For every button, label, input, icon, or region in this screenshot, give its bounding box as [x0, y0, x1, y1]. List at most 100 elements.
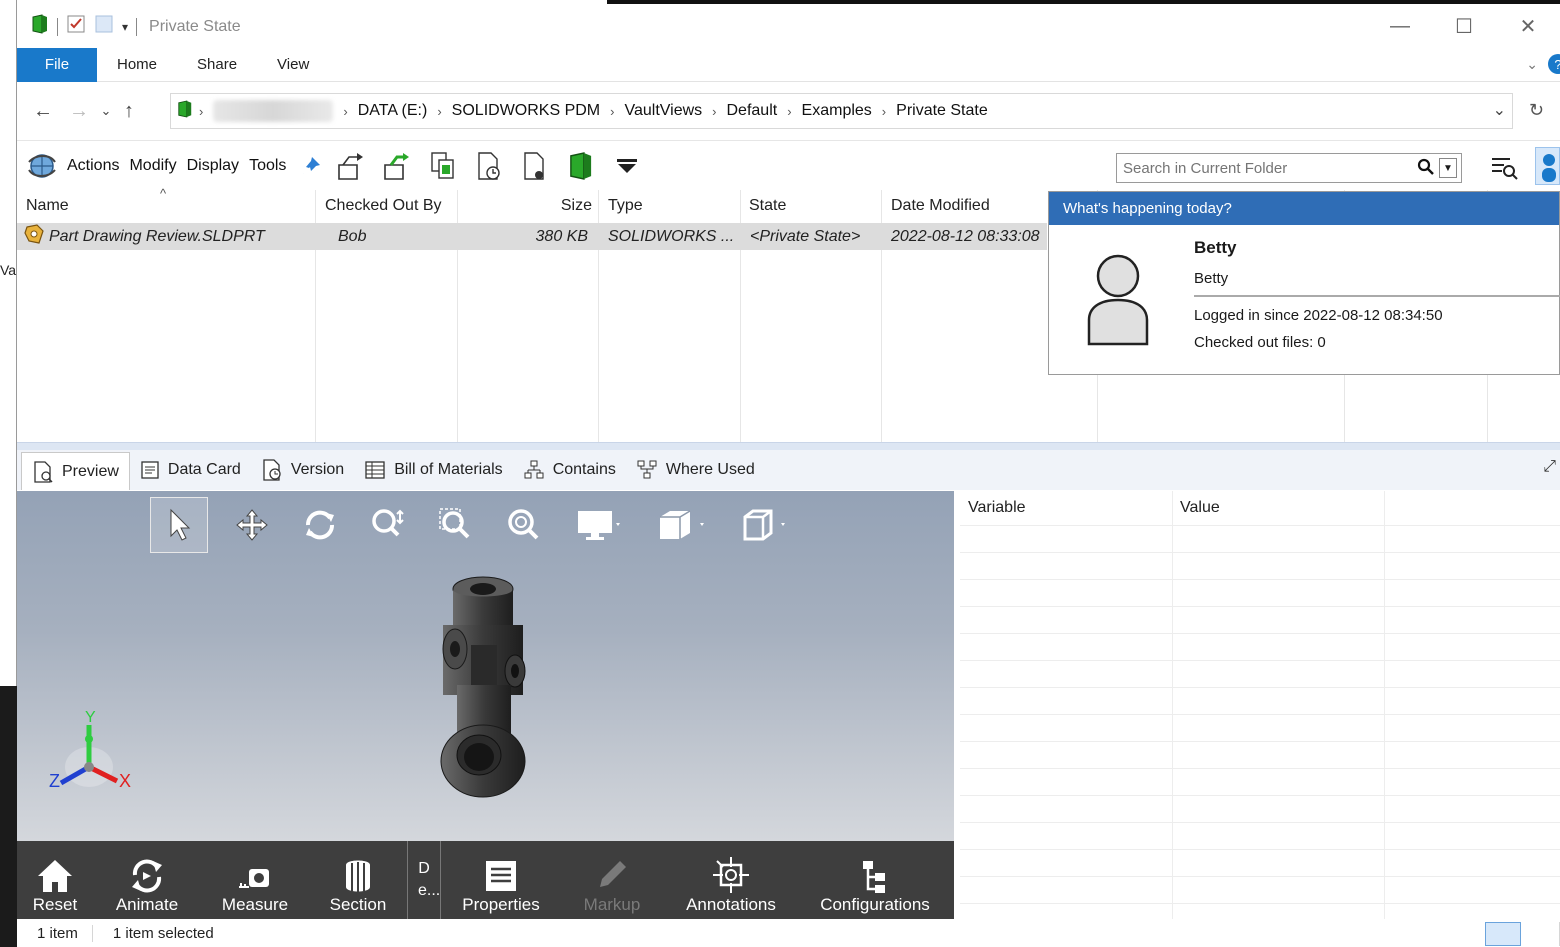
rotate-tool[interactable]	[286, 497, 354, 553]
tab-version[interactable]: Version	[251, 452, 354, 488]
copy-tree-icon[interactable]	[426, 149, 460, 183]
details-view-icon[interactable]	[1485, 922, 1521, 946]
pencil-icon	[600, 861, 626, 887]
tab-preview[interactable]: Preview	[21, 452, 130, 490]
title-bar: ▾ Private State — ☐ ✕	[17, 5, 1560, 48]
breadcrumb-item[interactable]: Examples	[802, 102, 872, 120]
check-in-icon[interactable]	[380, 149, 414, 183]
home-icon	[38, 860, 72, 892]
views-tool[interactable]	[638, 497, 724, 553]
address-dropdown-icon[interactable]: ⌄	[1493, 100, 1506, 120]
tab-contains[interactable]: Contains	[513, 452, 626, 488]
refresh-icon[interactable]: ↻	[1529, 100, 1544, 121]
vault-icon[interactable]	[31, 14, 49, 39]
animate-button[interactable]: Animate	[93, 841, 201, 919]
table-row[interactable]: Part Drawing Review.SLDPRT Bob 380 KB SO…	[17, 223, 1047, 250]
properties-button[interactable]: Properties	[441, 841, 561, 919]
preview-tab-icon	[34, 460, 53, 483]
preview-document-icon[interactable]	[518, 149, 552, 183]
tab-share[interactable]: Share	[177, 48, 257, 82]
breadcrumb-item[interactable]: Private State	[896, 102, 988, 120]
breadcrumb-item[interactable]: Default	[727, 102, 778, 120]
pdm-globe-icon[interactable]	[25, 149, 59, 183]
zoom-icon	[372, 509, 404, 537]
search-icon[interactable]	[1417, 158, 1435, 181]
redacted-crumb	[213, 100, 334, 122]
user-login-name: Betty	[1194, 270, 1229, 287]
3d-preview-viewport[interactable]: Y X Z	[17, 491, 954, 841]
expand-ribbon-icon[interactable]: ⌄	[1526, 56, 1538, 73]
axis-label-y: Y	[85, 709, 96, 726]
configurations-button[interactable]: Configurations	[799, 841, 951, 919]
address-bar[interactable]: › › DATA (E:) › SOLIDWORKS PDM › VaultVi…	[170, 93, 1513, 129]
back-button[interactable]: ←	[25, 100, 61, 123]
properties-icon[interactable]	[66, 14, 86, 39]
close-button[interactable]: ✕	[1496, 5, 1560, 48]
column-header-size[interactable]: Size	[457, 190, 592, 222]
large-icons-view-icon[interactable]	[1525, 922, 1560, 946]
tab-file[interactable]: File	[17, 47, 97, 82]
window-title: Private State	[149, 17, 241, 35]
check-out-icon[interactable]	[334, 149, 368, 183]
user-display-name: Betty	[1194, 238, 1237, 257]
tab-home[interactable]: Home	[97, 48, 177, 82]
user-status-icon[interactable]	[1535, 147, 1560, 185]
search-input[interactable]	[1123, 159, 1423, 177]
display-style-tool[interactable]	[558, 497, 638, 553]
tab-data-card[interactable]: Data Card	[130, 452, 251, 488]
pane-splitter[interactable]	[17, 442, 1560, 450]
zoom-to-area-tool[interactable]	[422, 497, 490, 553]
annotations-button[interactable]: Annotations	[663, 841, 799, 919]
zoom-to-fit-icon	[508, 509, 539, 540]
forward-button[interactable]: →	[61, 100, 97, 123]
pin-icon[interactable]	[300, 149, 322, 183]
checked-out-count: Checked out files: 0	[1194, 334, 1326, 351]
toolbar-overflow-icon[interactable]	[610, 149, 644, 183]
measure-button[interactable]: Measure	[201, 841, 309, 919]
breadcrumb-item[interactable]: DATA (E:)	[358, 102, 428, 120]
part-3d-model	[427, 575, 537, 810]
search-options-icon[interactable]	[1490, 153, 1518, 186]
standard-views-tool[interactable]	[724, 497, 804, 553]
navigation-bar: ← → ⌄ ↑ › › DATA (E:) › SOLIDWORKS PDM ›…	[17, 82, 1560, 140]
section-button[interactable]: Section	[309, 841, 407, 919]
change-state-icon[interactable]	[472, 149, 506, 183]
column-header-checked-out-by[interactable]: Checked Out By	[325, 190, 442, 222]
customize-qat-icon[interactable]: ▾	[122, 20, 128, 34]
column-header-type[interactable]: Type	[608, 190, 643, 222]
pan-tool[interactable]	[218, 497, 286, 553]
vault-view-icon[interactable]	[564, 149, 598, 183]
configurations-icon	[863, 861, 885, 893]
breadcrumb-item[interactable]: SOLIDWORKS PDM	[452, 102, 600, 120]
tab-view[interactable]: View	[257, 48, 329, 82]
maximize-button[interactable]: ☐	[1432, 5, 1496, 48]
menu-display[interactable]: Display	[187, 157, 239, 175]
where-used-icon	[637, 460, 657, 479]
column-header-state[interactable]: State	[749, 190, 786, 222]
help-icon[interactable]: ?	[1548, 54, 1560, 74]
minimize-button[interactable]: —	[1368, 5, 1432, 48]
file-size: 380 KB	[535, 227, 588, 245]
menu-tools[interactable]: Tools	[249, 157, 286, 175]
column-header-name[interactable]: Name	[26, 190, 69, 222]
tab-where-used[interactable]: Where Used	[626, 452, 765, 488]
search-dropdown-icon[interactable]: ▼	[1439, 158, 1457, 178]
up-button[interactable]: ↑	[115, 100, 143, 123]
new-folder-icon[interactable]	[94, 14, 114, 39]
background-window-edge: Va	[0, 0, 17, 947]
reset-button[interactable]: Reset	[17, 841, 93, 919]
bill-of-materials-icon	[365, 461, 385, 479]
menu-actions[interactable]: Actions	[67, 157, 119, 175]
search-box[interactable]: ▼	[1116, 153, 1462, 183]
details-button[interactable]: De...	[407, 841, 441, 919]
zoom-tool[interactable]	[354, 497, 422, 553]
recent-locations-icon[interactable]: ⌄	[97, 103, 115, 119]
tab-bill-of-materials[interactable]: Bill of Materials	[354, 452, 512, 488]
select-tool[interactable]	[150, 497, 208, 553]
markup-button[interactable]: Markup	[561, 841, 663, 919]
menu-modify[interactable]: Modify	[129, 157, 176, 175]
breadcrumb-item[interactable]: VaultViews	[624, 102, 702, 120]
column-header-date-modified[interactable]: Date Modified	[891, 190, 990, 222]
expand-pane-icon[interactable]: ⤢	[1543, 458, 1556, 476]
zoom-to-fit-tool[interactable]	[490, 497, 558, 553]
